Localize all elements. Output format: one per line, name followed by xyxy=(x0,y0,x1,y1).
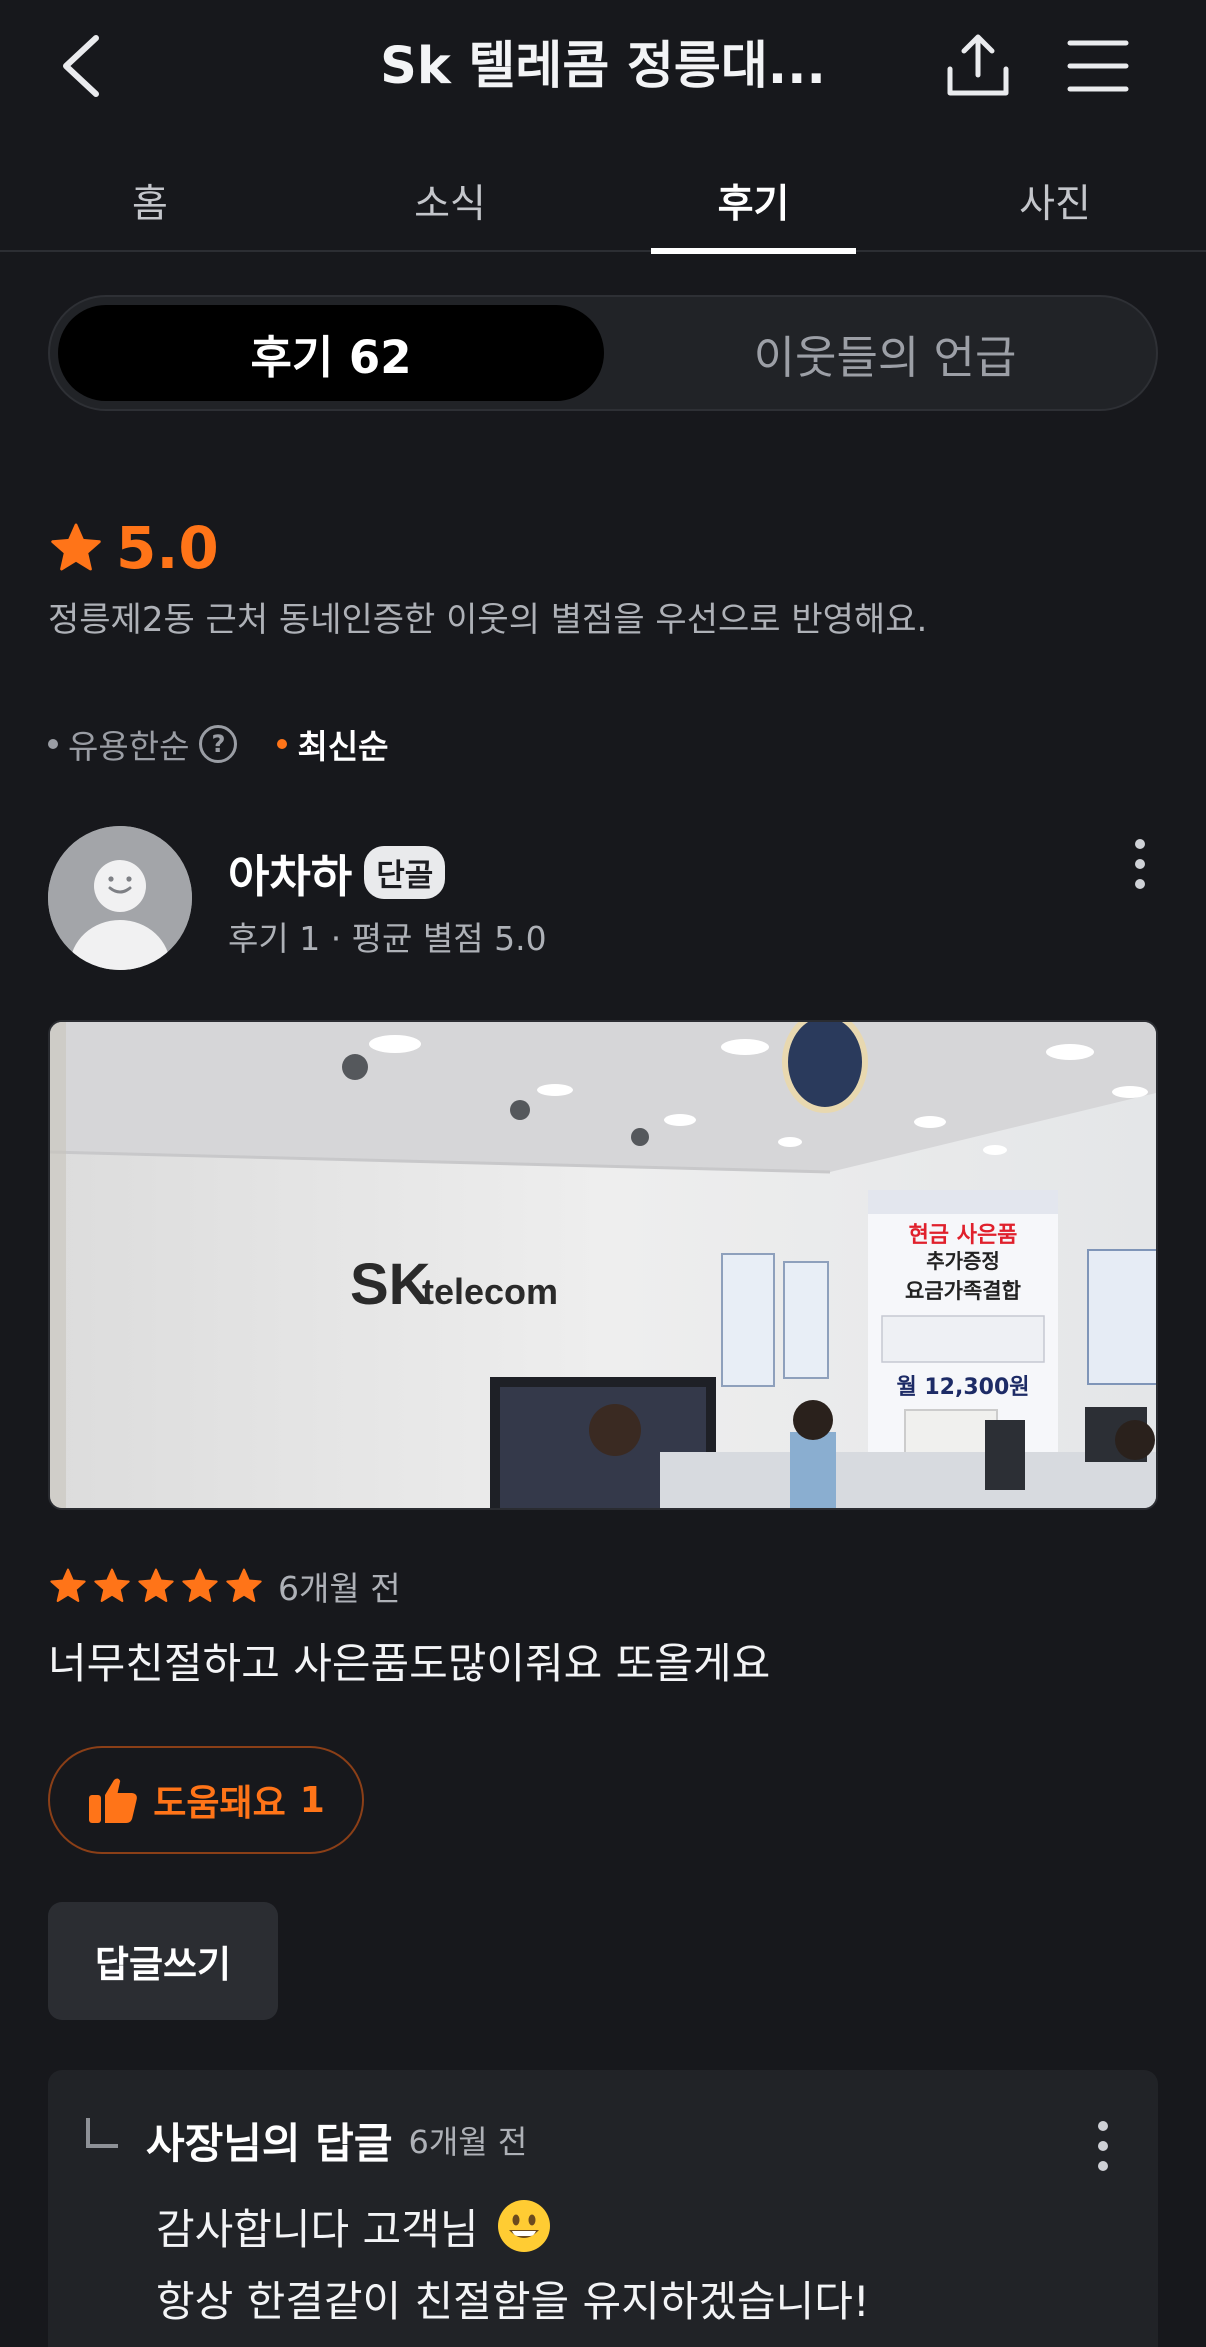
top-app-bar: Sk 텔레콤 정릉대... xyxy=(0,0,1206,135)
owner-reply-line2: 항상 한결같이 친절함을 유지하겠습니다! xyxy=(156,2277,870,2326)
owner-reply-title: 사장님의 답글 xyxy=(146,2118,393,2168)
menu-button[interactable] xyxy=(1060,26,1136,106)
tab-bar: 홈 소식 후기 사진 xyxy=(0,150,1206,254)
review-rating-row: 6개월 전 xyxy=(48,1558,401,1614)
sort-helpful-label: 유용한순 xyxy=(68,727,190,766)
tab-reviews[interactable]: 후기 xyxy=(651,150,856,254)
bullet-dot xyxy=(277,739,288,749)
star-icon xyxy=(182,1568,218,1602)
photo-poster-line3: 요금가족결합 xyxy=(905,1279,1021,1303)
tab-news[interactable]: 소식 xyxy=(350,150,550,252)
segment-reviews[interactable]: 후기 62 xyxy=(58,305,604,401)
rating-summary: 5.0 xyxy=(48,512,219,584)
photo-logo-sk: SK xyxy=(350,1252,431,1317)
review-text: 너무친절하고 사은품도많이줘요 또올게요 xyxy=(48,1639,771,1688)
chevron-left-icon xyxy=(63,35,99,97)
sort-latest[interactable]: 최신순 xyxy=(277,720,389,768)
owner-reply-more-button[interactable] xyxy=(1083,2106,1123,2186)
avatar[interactable] xyxy=(48,826,192,970)
owner-reply-line1: 감사합니다 고객님 xyxy=(156,2205,479,2254)
reviewer-meta: 후기 1 · 평균 별점 5.0 xyxy=(228,919,547,958)
tab-photos[interactable]: 사진 xyxy=(955,150,1155,252)
helpful-button[interactable]: 도움돼요 1 xyxy=(48,1746,364,1854)
review-segment-control: 후기 62 이웃들의 언급 xyxy=(48,295,1158,411)
share-icon xyxy=(947,34,1009,96)
review-more-button[interactable] xyxy=(1120,824,1160,904)
review-photo[interactable]: SK telecom 현금 사은품 추가증정 요금가족결합 월 12,300원 xyxy=(48,1020,1158,1510)
rating-description: 정릉제2동 근처 동네인증한 이웃의 별점을 우선으로 반영해요. xyxy=(48,600,928,640)
segment-neighbor-mentions[interactable]: 이웃들의 언급 xyxy=(620,305,1150,401)
sort-options: 유용한순 ? 최신순 xyxy=(48,716,389,772)
star-icon xyxy=(51,523,101,571)
back-button[interactable] xyxy=(48,28,112,104)
bullet-dot xyxy=(48,739,58,749)
reviewer-name-row: 아차하 단골 xyxy=(228,838,446,906)
hamburger-menu-icon xyxy=(1067,40,1129,92)
more-vertical-icon-dot xyxy=(1098,2161,1108,2171)
photo-poster-price: 월 12,300원 xyxy=(896,1375,1029,1400)
star-icon xyxy=(226,1568,262,1602)
owner-reply-time: 6개월 전 xyxy=(408,2123,528,2161)
owner-reply-card: 사장님의 답글 6개월 전 감사합니다 고객님 항상 한결같이 친절함을 유지하… xyxy=(48,2070,1158,2347)
sort-latest-label: 최신순 xyxy=(297,727,389,766)
more-vertical-icon-dot xyxy=(1135,879,1145,889)
more-vertical-icon-dot xyxy=(1098,2141,1108,2151)
store-interior-image: SK telecom 현금 사은품 추가증정 요금가족결합 월 12,300원 xyxy=(50,1022,1156,1508)
thumbs-up-icon xyxy=(89,1778,138,1823)
tab-home[interactable]: 홈 xyxy=(50,150,250,252)
grinning-face-icon xyxy=(497,2200,550,2252)
helpful-count: 1 xyxy=(299,1779,325,1821)
share-button[interactable] xyxy=(940,26,1016,106)
photo-poster-line2: 추가증정 xyxy=(926,1249,1000,1273)
more-vertical-icon xyxy=(1098,2121,1108,2131)
page-title: Sk 텔레콤 정릉대... xyxy=(380,37,826,96)
helpful-label: 도움돼요 xyxy=(153,1783,286,1824)
photo-logo-telecom: telecom xyxy=(422,1271,558,1312)
star-icon xyxy=(94,1568,130,1602)
reply-arrow-icon xyxy=(86,2118,118,2148)
photo-poster-line1: 현금 사은품 xyxy=(909,1223,1018,1248)
write-reply-button[interactable]: 답글쓰기 xyxy=(48,1902,278,2020)
more-vertical-icon-dot xyxy=(1135,859,1145,869)
owner-reply-body: 감사합니다 고객님 항상 한결같이 친절함을 유지하겠습니다! xyxy=(156,2194,870,2338)
default-avatar-icon xyxy=(48,826,192,970)
owner-reply-header: 사장님의 답글 6개월 전 xyxy=(86,2110,527,2170)
more-vertical-icon xyxy=(1135,839,1145,849)
sort-helpful[interactable]: 유용한순 ? xyxy=(48,720,238,768)
star-icon xyxy=(50,1568,86,1602)
rating-value: 5.0 xyxy=(116,514,219,582)
reviewer-name[interactable]: 아차하 xyxy=(228,840,352,905)
question-icon[interactable]: ? xyxy=(199,725,238,763)
regular-badge: 단골 xyxy=(364,845,446,899)
star-icon xyxy=(138,1568,174,1602)
review-time: 6개월 전 xyxy=(278,1569,401,1608)
star-rating xyxy=(48,1566,264,1606)
